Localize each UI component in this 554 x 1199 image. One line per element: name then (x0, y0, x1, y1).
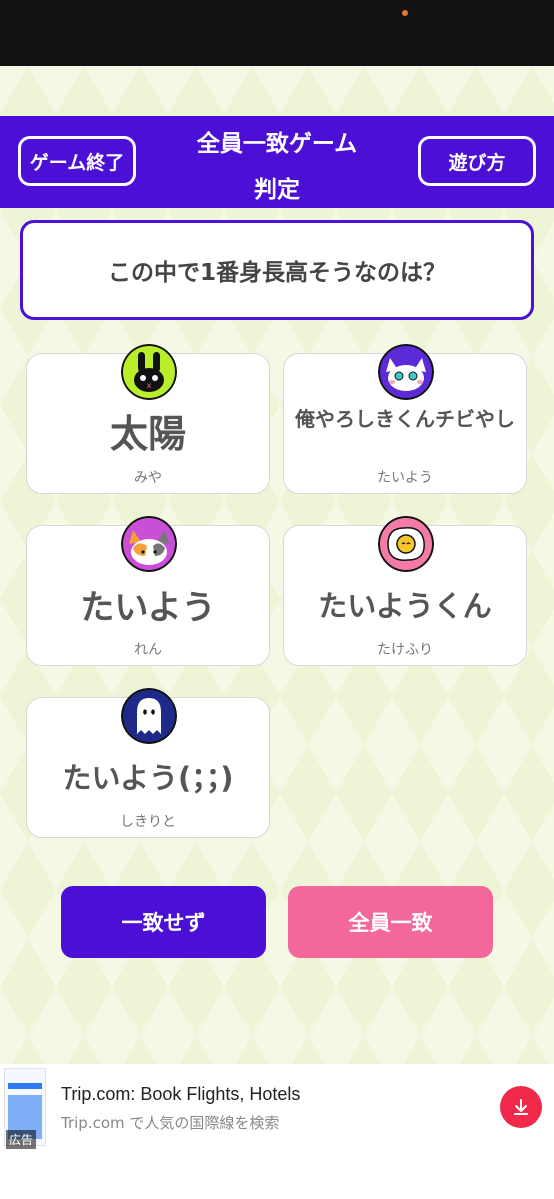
answer-text: たいよう(；；) (62, 761, 234, 795)
unanimous-button[interactable]: 全員一致 (288, 886, 493, 958)
calico-cat-icon (121, 516, 177, 572)
cat-icon (378, 344, 434, 400)
ad-title[interactable]: Trip.com: Book Flights, Hotels (61, 1084, 300, 1105)
ad-thumbnail-bar (8, 1083, 42, 1089)
ghost-icon (121, 688, 177, 744)
ad-banner[interactable]: 広告 Trip.com: Book Flights, Hotels Trip.c… (0, 1064, 554, 1199)
status-indicator-dot (402, 10, 408, 16)
answer-card[interactable]: たいよう れん (26, 516, 270, 666)
player-name: しきりと (120, 814, 176, 830)
answer-card[interactable]: x 太陽 みや (26, 344, 270, 494)
fried-egg-icon (378, 516, 434, 572)
answer-card[interactable]: たいようくん たけふり (283, 516, 527, 666)
player-name: れん (134, 642, 162, 658)
answer-text: 俺やろしきくんチビやし (295, 407, 515, 431)
answer-card[interactable]: 俺やろしきくんチビやし たいよう (283, 344, 527, 494)
answer-card[interactable]: たいよう(；；) しきりと (26, 688, 270, 838)
answer-text: たいようくん (318, 589, 492, 623)
ad-label: 広告 (6, 1130, 37, 1149)
page-subtitle: 判定 (254, 177, 300, 203)
download-icon[interactable] (500, 1086, 542, 1128)
header-bar: ゲーム終了 全員一致ゲーム 判定 遊び方 (0, 116, 554, 208)
player-name: みや (134, 470, 162, 486)
player-name: たいよう (377, 470, 433, 486)
end-game-button[interactable]: ゲーム終了 (18, 136, 136, 186)
ad-subtitle: Trip.com で人気の国際線を検索 (61, 1114, 280, 1132)
not-unanimous-button[interactable]: 一致せず (61, 886, 266, 958)
status-bar (0, 0, 554, 66)
answer-text: 太陽 (109, 412, 186, 456)
question-text: この中で1番身長高そうなのは？ (107, 260, 446, 286)
rabbit-icon: x (121, 344, 177, 400)
svg-text:x: x (147, 381, 152, 390)
player-name: たけふり (377, 642, 433, 658)
how-to-play-button[interactable]: 遊び方 (418, 136, 536, 186)
answer-text: たいよう (80, 588, 216, 628)
question-box: この中で1番身長高そうなのは？ (20, 220, 534, 320)
page-title: 全員一致ゲーム (196, 131, 358, 157)
